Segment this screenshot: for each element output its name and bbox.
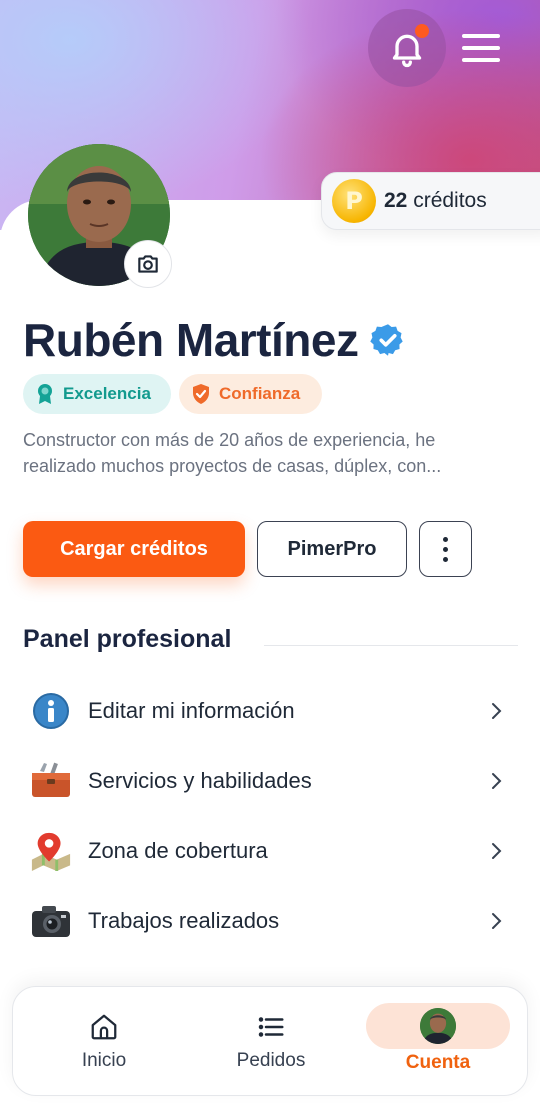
tab-label: Inicio — [81, 1050, 127, 1071]
menu-item-label: Servicios y habilidades — [88, 768, 312, 793]
chevron-right-icon — [492, 913, 502, 929]
camera-icon — [138, 255, 158, 273]
verified-check-icon — [370, 324, 404, 356]
profile-name-row: Rubén Martínez — [23, 310, 406, 370]
credits-unit: créditos — [413, 189, 487, 212]
toolbox-icon — [30, 760, 72, 802]
badge-confianza-label: Confianza — [219, 384, 301, 403]
tab-cuenta[interactable]: Cuenta — [393, 987, 483, 1097]
more-vertical-icon[interactable] — [419, 521, 472, 577]
award-ribbon-icon — [38, 384, 52, 404]
home-icon — [91, 1014, 117, 1040]
menu-item-works[interactable]: Trabajos realizados — [0, 886, 540, 956]
chevron-right-icon — [492, 843, 502, 859]
hamburger-menu-icon[interactable] — [458, 28, 504, 68]
profile-name: Rubén Martínez — [23, 314, 359, 366]
menu-item-label: Trabajos realizados — [88, 908, 280, 933]
panel-title: Panel profesional — [23, 625, 232, 653]
tab-label: Cuenta — [405, 1052, 471, 1073]
avatar — [420, 1008, 456, 1044]
notification-dot — [415, 24, 429, 38]
credits-label: 22 créditos — [384, 189, 487, 213]
badges: Excelencia Confianza — [23, 374, 322, 414]
badge-excelencia-label: Excelencia — [63, 384, 151, 403]
tab-pedidos[interactable]: Pedidos — [221, 987, 321, 1097]
load-credits-button[interactable]: Cargar créditos — [23, 521, 245, 577]
panel-menu: Editar mi información Servicios y habili… — [0, 676, 540, 956]
badge-excelencia: Excelencia — [23, 374, 171, 414]
badge-confianza: Confianza — [179, 374, 322, 414]
profile-bio[interactable]: Constructor con más de 20 años de experi… — [23, 427, 523, 479]
chevron-right-icon — [492, 773, 502, 789]
chevron-right-icon — [492, 703, 502, 719]
info-icon — [30, 690, 72, 732]
bio-line-1: Constructor con más de 20 años de experi… — [23, 430, 436, 450]
shield-check-icon — [193, 384, 209, 404]
tab-inicio[interactable]: Inicio — [59, 987, 149, 1097]
camera-icon — [30, 900, 72, 942]
tab-label: Pedidos — [236, 1050, 306, 1071]
bottom-tab-bar: Inicio Pedidos Cuenta — [12, 986, 528, 1096]
menu-item-services[interactable]: Servicios y habilidades — [0, 746, 540, 816]
map-pin-icon — [30, 830, 72, 872]
list-icon — [258, 1017, 284, 1037]
credits-chip[interactable]: P 22 créditos — [321, 172, 540, 230]
change-photo-button[interactable] — [124, 240, 172, 288]
menu-item-edit-info[interactable]: Editar mi información — [0, 676, 540, 746]
divider — [264, 645, 518, 646]
menu-item-label: Zona de cobertura — [88, 838, 268, 863]
credits-amount: 22 — [384, 189, 408, 212]
notifications-button[interactable] — [368, 9, 446, 87]
menu-item-label: Editar mi información — [88, 698, 295, 723]
menu-item-coverage[interactable]: Zona de cobertura — [0, 816, 540, 886]
pimerpro-button[interactable]: PimerPro — [257, 521, 407, 577]
profile-actions: Cargar créditos PimerPro — [23, 521, 472, 577]
bio-line-2: realizado muchos proyectos de casas, dúp… — [23, 456, 442, 476]
coin-icon: P — [332, 179, 376, 223]
